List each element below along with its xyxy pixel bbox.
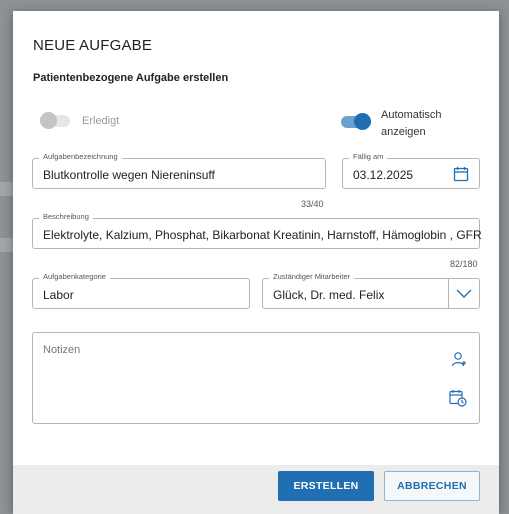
toggle-knob (40, 112, 57, 129)
dialog-title: NEUE AUFGABE (33, 37, 153, 54)
category-label: Aufgabenkategorie (39, 272, 110, 281)
new-task-dialog: NEUE AUFGABE Patientenbezogene Aufgabe e… (13, 11, 499, 514)
task-title-counter: 33/40 (301, 199, 324, 209)
category-value: Labor (43, 288, 74, 302)
auto-show-label-line1: Automatisch (381, 109, 442, 121)
create-button[interactable]: ERSTELLEN (278, 471, 374, 501)
description-label: Beschreibung (39, 212, 93, 221)
due-date-value: 03.12.2025 (353, 168, 414, 182)
notes-placeholder: Notizen (43, 344, 81, 356)
auto-show-toggle-label: Automatisch anzeigen (381, 107, 442, 141)
done-toggle[interactable] (40, 112, 70, 129)
background-detail (0, 182, 14, 196)
assignee-label: Zuständiger Mitarbeiter (269, 272, 355, 281)
auto-show-label-line2: anzeigen (381, 126, 426, 138)
assignee-dropdown-button[interactable] (449, 279, 479, 308)
background-detail (0, 238, 14, 252)
task-title-value: Blutkontrolle wegen Niereninsuff (43, 168, 215, 182)
add-person-icon[interactable] (451, 351, 467, 367)
description-counter: 82/180 (450, 259, 478, 269)
dialog-subtitle: Patientenbezogene Aufgabe erstellen (33, 72, 229, 84)
calendar-clock-icon[interactable] (449, 389, 467, 407)
due-date-label: Fällig am (349, 152, 388, 161)
description-field[interactable]: Beschreibung Elektrolyte, Kalzium, Phosp… (32, 212, 482, 249)
auto-show-toggle[interactable] (341, 113, 371, 130)
assignee-value: Glück, Dr. med. Felix (273, 288, 385, 302)
due-date-field[interactable]: Fällig am 03.12.2025 (342, 152, 480, 189)
cancel-button[interactable]: ABBRECHEN (384, 471, 480, 501)
toggle-knob (354, 113, 371, 130)
notes-field[interactable]: Notizen (32, 332, 480, 424)
category-field[interactable]: Aufgabenkategorie Labor (32, 272, 250, 309)
chevron-down-icon (456, 289, 472, 298)
assignee-select[interactable]: Zuständiger Mitarbeiter Glück, Dr. med. … (262, 272, 480, 309)
description-value: Elektrolyte, Kalzium, Phosphat, Bikarbon… (43, 228, 482, 242)
done-toggle-label: Erledigt (82, 115, 120, 127)
calendar-icon[interactable] (453, 166, 469, 182)
task-title-field[interactable]: Aufgabenbezeichnung Blutkontrolle wegen … (32, 152, 326, 189)
task-title-label: Aufgabenbezeichnung (39, 152, 122, 161)
